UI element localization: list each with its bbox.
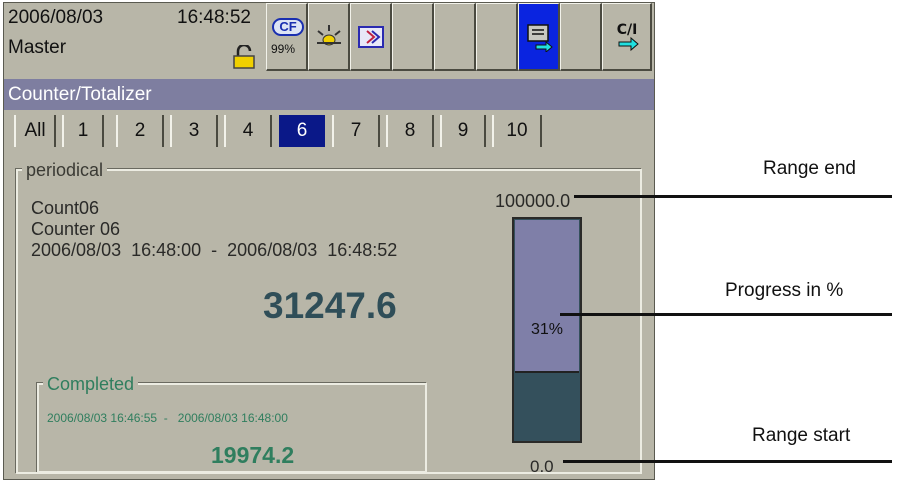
progress-percent: 31% <box>530 321 564 338</box>
lock-icon <box>228 43 258 69</box>
period-range: 2006/08/03 16:48:00 - 2006/08/03 16:48:5… <box>31 240 398 260</box>
alarm-icon <box>316 24 341 45</box>
progress-bar-fill <box>515 371 579 440</box>
range-start-value: 0.0 <box>530 457 554 476</box>
counter-name: Counter 06 <box>31 219 121 239</box>
counter-value: 31247.6 <box>263 285 397 326</box>
tab-6[interactable]: 6 <box>279 115 325 147</box>
cf-card-icon: CF <box>272 18 304 36</box>
tab-4[interactable]: 4 <box>224 115 272 147</box>
blank-button[interactable] <box>434 3 476 71</box>
message-icon <box>357 25 384 48</box>
completed-period: 2006/08/03 16:46:55 - 2006/08/03 16:48:0… <box>47 411 288 425</box>
blank-button[interactable] <box>560 3 602 71</box>
status-bar: 2006/08/03 16:48:52 Master CF 99% C/I <box>4 3 654 73</box>
cf-card-button[interactable]: CF 99% <box>266 3 308 71</box>
tab-1[interactable]: 1 <box>62 115 104 147</box>
counter-tag: Count06 <box>31 198 100 218</box>
completed-value: 19974.2 <box>211 442 295 468</box>
status-date: 2006/08/03 <box>8 7 104 28</box>
annotation-line-range-end <box>574 195 892 198</box>
page-title: Counter/Totalizer <box>4 79 654 110</box>
completed-group: Completed 2006/08/03 16:46:55 - 2006/08/… <box>37 375 427 473</box>
periodical-legend: periodical <box>22 161 108 179</box>
logout-button[interactable] <box>518 3 560 71</box>
device-screen: 2006/08/03 16:48:52 Master CF 99% C/I Co… <box>3 2 655 480</box>
annotation-range-start: Range start <box>752 425 851 446</box>
range-end-value: 100000.0 <box>495 191 571 211</box>
user-login-icon: C/I <box>616 22 639 51</box>
completed-legend: Completed <box>43 375 139 393</box>
tab-8[interactable]: 8 <box>386 115 434 147</box>
annotation-range-end: Range end <box>763 158 856 179</box>
cf-usage: 99% <box>271 42 296 56</box>
tab-all[interactable]: All <box>14 115 56 147</box>
logout-icon <box>526 23 553 52</box>
status-time: 16:48:52 <box>177 7 251 28</box>
login-label: C/I <box>616 22 637 38</box>
user-role: Master <box>8 37 67 58</box>
periodical-group: periodical Count06 Counter 06 2006/08/03… <box>16 161 642 476</box>
alarm-button[interactable] <box>308 3 350 71</box>
progress-bar-remaining <box>515 220 579 373</box>
tab-3[interactable]: 3 <box>170 115 218 147</box>
blank-button[interactable] <box>476 3 518 71</box>
blank-button[interactable] <box>392 3 434 71</box>
user-login-button[interactable]: C/I <box>602 3 652 71</box>
tab-2[interactable]: 2 <box>116 115 164 147</box>
annotation-line-range-start <box>563 460 892 463</box>
tab-9[interactable]: 9 <box>440 115 486 147</box>
annotation-progress: Progress in % <box>725 280 844 301</box>
progress-bar: 31% <box>512 217 582 443</box>
message-button[interactable] <box>350 3 392 71</box>
tab-10[interactable]: 10 <box>492 115 542 147</box>
annotation-line-progress <box>560 313 892 316</box>
tab-7[interactable]: 7 <box>332 115 380 147</box>
